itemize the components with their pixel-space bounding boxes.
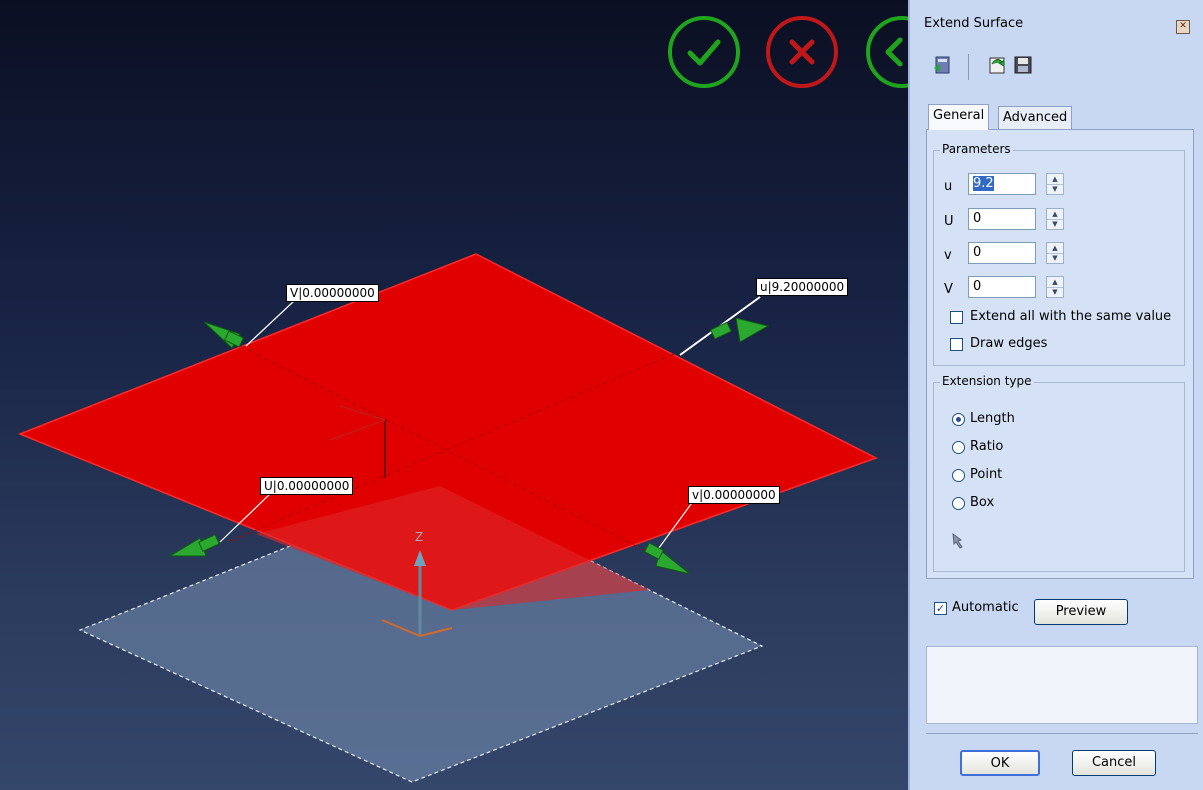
cancel-button[interactable]: Cancel [1072,750,1156,776]
automatic-checkbox[interactable]: ✓ [934,602,947,615]
toolbar-separator [968,54,969,80]
spin-down-icon[interactable]: ▼ [1047,287,1063,297]
save-icon[interactable] [1012,54,1034,76]
extend-all-checkbox[interactable] [950,311,963,324]
param-v-spinner[interactable]: ▲ ▼ [1046,242,1064,264]
param-u-input[interactable]: 9.2 [968,173,1036,195]
scene-graphics [17,253,878,783]
ok-button[interactable]: OK [960,750,1040,776]
handle-v [643,542,691,575]
tab-general[interactable]: General [928,104,990,130]
dim-label-u[interactable]: u|9.20000000 [756,278,849,296]
dim-label-U[interactable]: U|0.00000000 [260,477,354,495]
handle-u [709,317,770,343]
x-icon [789,39,815,65]
spin-down-icon[interactable]: ▼ [1047,219,1063,229]
close-icon[interactable]: ✕ [1176,20,1190,34]
radio-point-label: Point [970,467,1003,482]
z-axis-label: Z [415,530,424,544]
check-icon [687,39,721,66]
radio-length[interactable] [952,413,965,426]
radio-box-label: Box [970,495,995,510]
back-button[interactable] [866,16,908,88]
radio-length-label: Length [970,411,1015,426]
cancel-circle-button[interactable] [766,16,838,88]
spin-down-icon[interactable]: ▼ [1047,184,1063,194]
radio-box[interactable] [952,497,965,510]
accept-button[interactable] [668,16,740,88]
extend-all-label: Extend all with the same value [970,309,1172,324]
radio-ratio[interactable] [952,441,965,454]
pick-icon[interactable] [950,531,970,551]
handle-V [203,321,245,349]
param-U-label: U [944,214,954,229]
back-arrow-icon [885,37,903,67]
extend-surface-panel: Extend Surface ✕ General Advanced Parame… [908,0,1203,790]
param-U-spinner[interactable]: ▲ ▼ [1046,208,1064,230]
refresh-icon[interactable] [986,54,1008,76]
param-v-label: v [944,248,952,263]
divider [926,733,1198,734]
dim-label-V[interactable]: V|0.00000000 [286,284,379,302]
handle-U [168,534,220,557]
3d-viewport[interactable]: Z V|0.00000000 u|9.20000000 U|0.00000000… [0,0,908,790]
param-U-input[interactable]: 0 [968,208,1036,230]
tab-general-body: Parameters u 9.2 ▲ ▼ U 0 ▲ ▼ v 0 ▲ ▼ V 0 ▲ ▼… [926,129,1194,579]
reset-icon[interactable] [932,54,954,76]
draw-edges-label: Draw edges [970,336,1048,351]
param-V-spinner[interactable]: ▲ ▼ [1046,276,1064,298]
extension-type-group: Extension type Length Ratio Point Box [933,374,1185,572]
parameters-group: Parameters u 9.2 ▲ ▼ U 0 ▲ ▼ v 0 ▲ ▼ V 0 ▲ ▼… [933,142,1185,366]
extension-type-label: Extension type [940,374,1034,388]
spin-down-icon[interactable]: ▼ [1047,253,1063,263]
param-V-label: V [944,282,953,297]
draw-edges-checkbox[interactable] [950,338,963,351]
radio-point[interactable] [952,469,965,482]
param-u-label: u [944,179,953,194]
param-V-input[interactable]: 0 [968,276,1036,298]
dim-label-v[interactable]: v|0.00000000 [688,486,780,504]
message-area [926,646,1198,724]
tab-advanced[interactable]: Advanced [998,106,1073,130]
radio-ratio-label: Ratio [970,439,1004,454]
param-u-spinner[interactable]: ▲ ▼ [1046,173,1064,195]
param-v-input[interactable]: 0 [968,242,1036,264]
parameters-label: Parameters [940,142,1013,156]
preview-button[interactable]: Preview [1034,599,1128,625]
automatic-label: Automatic [952,600,1019,615]
panel-title: Extend Surface [924,16,1024,31]
